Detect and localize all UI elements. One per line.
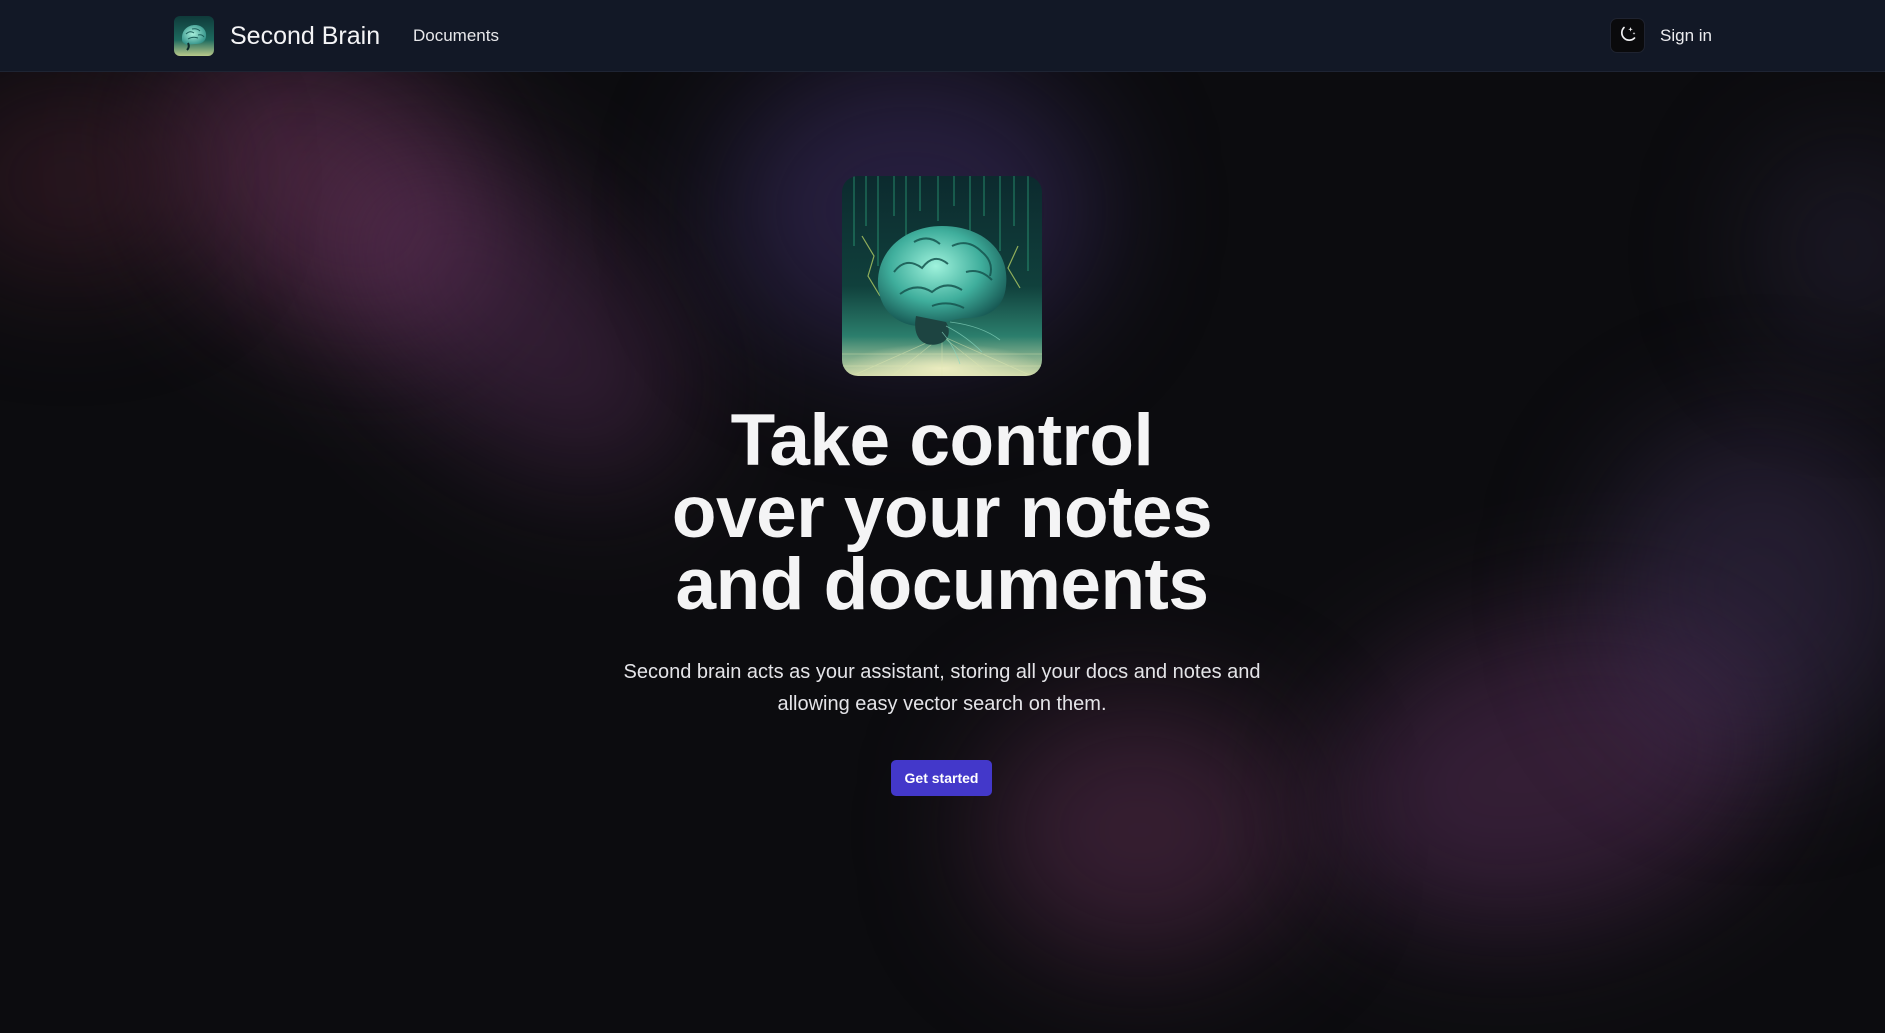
sign-in-link[interactable]: Sign in: [1660, 25, 1712, 47]
background-glow: [1600, 420, 1885, 760]
brain-logo-icon[interactable]: [174, 16, 214, 56]
theme-toggle-button[interactable]: [1610, 18, 1645, 53]
background-glow: [0, 80, 200, 280]
nav-link-documents[interactable]: Documents: [413, 25, 499, 47]
moon-sparkle-icon: [1618, 24, 1638, 47]
circuit-brain-image: [842, 176, 1042, 376]
subtitle-line: allowing easy vector search on them.: [777, 693, 1107, 715]
landing-page: Second Brain Documents Sign in Take cont…: [0, 0, 1885, 1033]
background-glow: [980, 700, 1300, 960]
get-started-button[interactable]: Get started: [891, 760, 992, 796]
hero-subtitle: Second brain acts as your assistant, sto…: [592, 656, 1292, 720]
headline-line: over your notes: [671, 472, 1213, 553]
background-glow: [1289, 565, 1811, 975]
headline-line: Take control: [730, 400, 1154, 481]
headline-line: and documents: [675, 544, 1209, 625]
top-navbar: Second Brain Documents Sign in: [0, 0, 1885, 72]
hero-headline: Take control over your notes and documen…: [542, 400, 1342, 625]
subtitle-line: Second brain acts as your assistant, sto…: [623, 661, 1261, 683]
background-glow: [1750, 140, 1885, 360]
brand-name[interactable]: Second Brain: [230, 20, 380, 52]
